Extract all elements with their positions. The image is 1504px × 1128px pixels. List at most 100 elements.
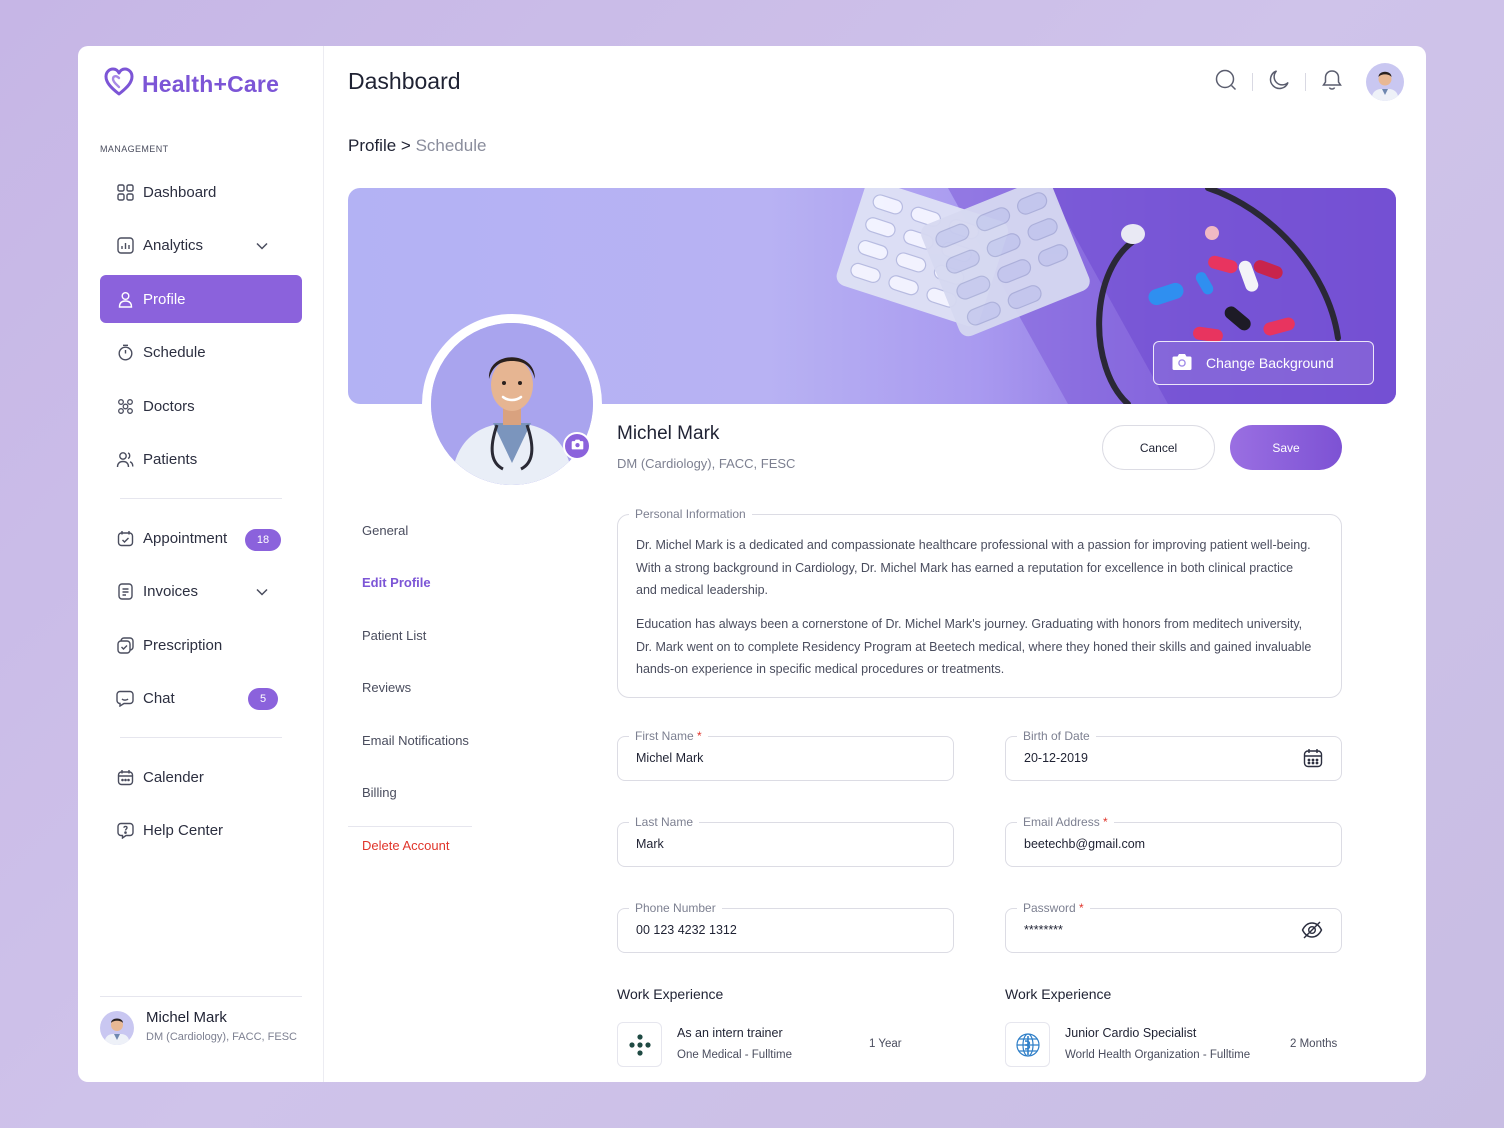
bio-paragraph: Education has always been a cornerstone …: [636, 617, 1312, 676]
brand-name: Health+Care: [142, 71, 280, 97]
work-duration: 1 Year: [869, 1038, 902, 1050]
who-logo: [1005, 1022, 1050, 1067]
moon-icon: [1268, 69, 1290, 96]
chat-count-badge: 5: [248, 688, 278, 710]
work-experience-heading: Work Experience: [617, 986, 724, 1002]
bio-paragraph: Dr. Michel Mark is a dedicated and compa…: [636, 538, 1311, 597]
change-photo-button[interactable]: [563, 432, 591, 460]
chevron-down-icon[interactable]: [256, 583, 268, 600]
sidebar-item-prescription[interactable]: Prescription: [100, 621, 302, 669]
sidebar-item-label: Profile: [143, 290, 186, 308]
change-background-button[interactable]: Change Background: [1153, 341, 1374, 385]
camera-icon: [1172, 353, 1192, 374]
work-organization: One Medical - Fulltime: [677, 1049, 793, 1061]
change-background-label: Change Background: [1206, 355, 1334, 371]
sidebar: Health+Care MANAGEMENT Dashboard Analyti…: [78, 46, 324, 1082]
last-name-label: Last Name: [629, 815, 700, 829]
sidebar-item-label: Calender: [143, 768, 204, 786]
work-experience-heading: Work Experience: [1005, 986, 1112, 1002]
birth-date-label: Birth of Date: [1017, 729, 1096, 743]
email-label: Email Address *: [1017, 815, 1114, 829]
menu-item-billing[interactable]: Billing: [362, 785, 397, 800]
sidebar-item-analytics[interactable]: Analytics: [100, 221, 302, 269]
phone-value: 00 123 4232 1312: [636, 923, 737, 937]
invoice-icon: [116, 582, 134, 600]
sidebar-item-label: Patients: [143, 450, 198, 468]
brand-logo[interactable]: Health+Care: [104, 66, 279, 103]
sidebar-divider: [120, 737, 282, 738]
email-value: beetechb@gmail.com: [1024, 837, 1146, 851]
save-button[interactable]: Save: [1230, 425, 1342, 470]
profile-photo-image: [431, 323, 593, 485]
sidebar-item-invoices[interactable]: Invoices: [100, 567, 302, 615]
birth-date-field[interactable]: Birth of Date 20-12-2019: [1005, 729, 1342, 781]
sidebar-item-doctors[interactable]: Doctors: [100, 382, 302, 430]
last-name-field[interactable]: Last Name Mark: [617, 815, 954, 867]
calendar-icon[interactable]: [1303, 748, 1323, 773]
phone-field[interactable]: Phone Number 00 123 4232 1312: [617, 901, 954, 953]
header-actions: [1200, 63, 1404, 101]
cancel-button[interactable]: Cancel: [1102, 425, 1215, 470]
chart-icon: [116, 236, 134, 254]
menu-item-reviews[interactable]: Reviews: [362, 680, 411, 695]
section-label-management: MANAGEMENT: [100, 144, 169, 154]
user-avatar[interactable]: [1366, 63, 1404, 101]
breadcrumb-parent[interactable]: Profile: [348, 136, 396, 155]
sidebar-item-calender[interactable]: Calender: [100, 753, 302, 801]
calendar-check-icon: [116, 529, 134, 547]
email-field[interactable]: Email Address * beetechb@gmail.com: [1005, 815, 1342, 867]
sidebar-item-schedule[interactable]: Schedule: [100, 328, 302, 376]
password-field[interactable]: Password * ********: [1005, 901, 1342, 953]
group-icon: [116, 397, 134, 415]
menu-item-general[interactable]: General: [362, 523, 408, 538]
user-icon: [116, 290, 134, 308]
chat-icon: [116, 689, 134, 707]
menu-item-patient-list[interactable]: Patient List: [362, 628, 426, 643]
menu-item-delete-account[interactable]: Delete Account: [362, 838, 449, 853]
sidebar-item-help-center[interactable]: Help Center: [100, 806, 302, 854]
personal-information-label: Personal Information: [629, 507, 752, 521]
help-icon: [116, 821, 134, 839]
one-medical-logo: [617, 1022, 662, 1067]
sidebar-item-profile[interactable]: Profile: [100, 275, 302, 323]
sidebar-user-card[interactable]: Michel Mark DM (Cardiology), FACC, FESC: [100, 996, 302, 1045]
sidebar-item-label: Help Center: [143, 821, 224, 839]
personal-information-field[interactable]: Personal Information Dr. Michel Mark is …: [617, 507, 1342, 698]
sidebar-item-patients[interactable]: Patients: [100, 435, 302, 483]
appointment-count-badge: 18: [245, 529, 281, 551]
avatar: [100, 1011, 134, 1045]
breadcrumb: Profile > Schedule: [348, 136, 486, 156]
notifications-button[interactable]: [1306, 63, 1358, 101]
camera-icon: [571, 437, 584, 455]
profile-title: DM (Cardiology), FACC, FESC: [617, 456, 796, 471]
grid-icon: [116, 183, 134, 201]
sidebar-user-title: DM (Cardiology), FACC, FESC: [146, 1031, 297, 1043]
menu-item-edit-profile[interactable]: Edit Profile: [362, 575, 431, 590]
profile-photo: [422, 314, 602, 494]
eye-off-icon[interactable]: [1301, 920, 1323, 945]
sidebar-item-label: Appointment: [143, 529, 228, 547]
work-duration: 2 Months: [1290, 1038, 1338, 1050]
sidebar-item-label: Analytics: [143, 236, 204, 254]
calendar-icon: [116, 768, 134, 786]
menu-divider: [348, 826, 472, 827]
password-label: Password *: [1017, 901, 1090, 915]
menu-item-email-notifications[interactable]: Email Notifications: [362, 733, 469, 748]
breadcrumb-current: Schedule: [415, 136, 487, 155]
heart-logo-icon: [104, 66, 134, 103]
last-name-value: Mark: [636, 837, 664, 851]
app-window: Health+Care MANAGEMENT Dashboard Analyti…: [78, 46, 1426, 1082]
sidebar-item-label: Schedule: [143, 343, 206, 361]
phone-label: Phone Number: [629, 901, 722, 915]
chevron-down-icon[interactable]: [256, 237, 268, 254]
first-name-field[interactable]: First Name * Michel Mark: [617, 729, 954, 781]
sidebar-item-label: Prescription: [143, 636, 223, 654]
theme-toggle-button[interactable]: [1253, 63, 1305, 101]
birth-date-value: 20-12-2019: [1024, 751, 1088, 765]
sidebar-item-label: Chat: [143, 689, 175, 707]
sidebar-item-dashboard[interactable]: Dashboard: [100, 168, 302, 216]
timer-icon: [116, 343, 134, 361]
search-button[interactable]: [1200, 63, 1252, 101]
bell-icon: [1322, 69, 1342, 96]
password-value: ********: [1024, 923, 1063, 937]
